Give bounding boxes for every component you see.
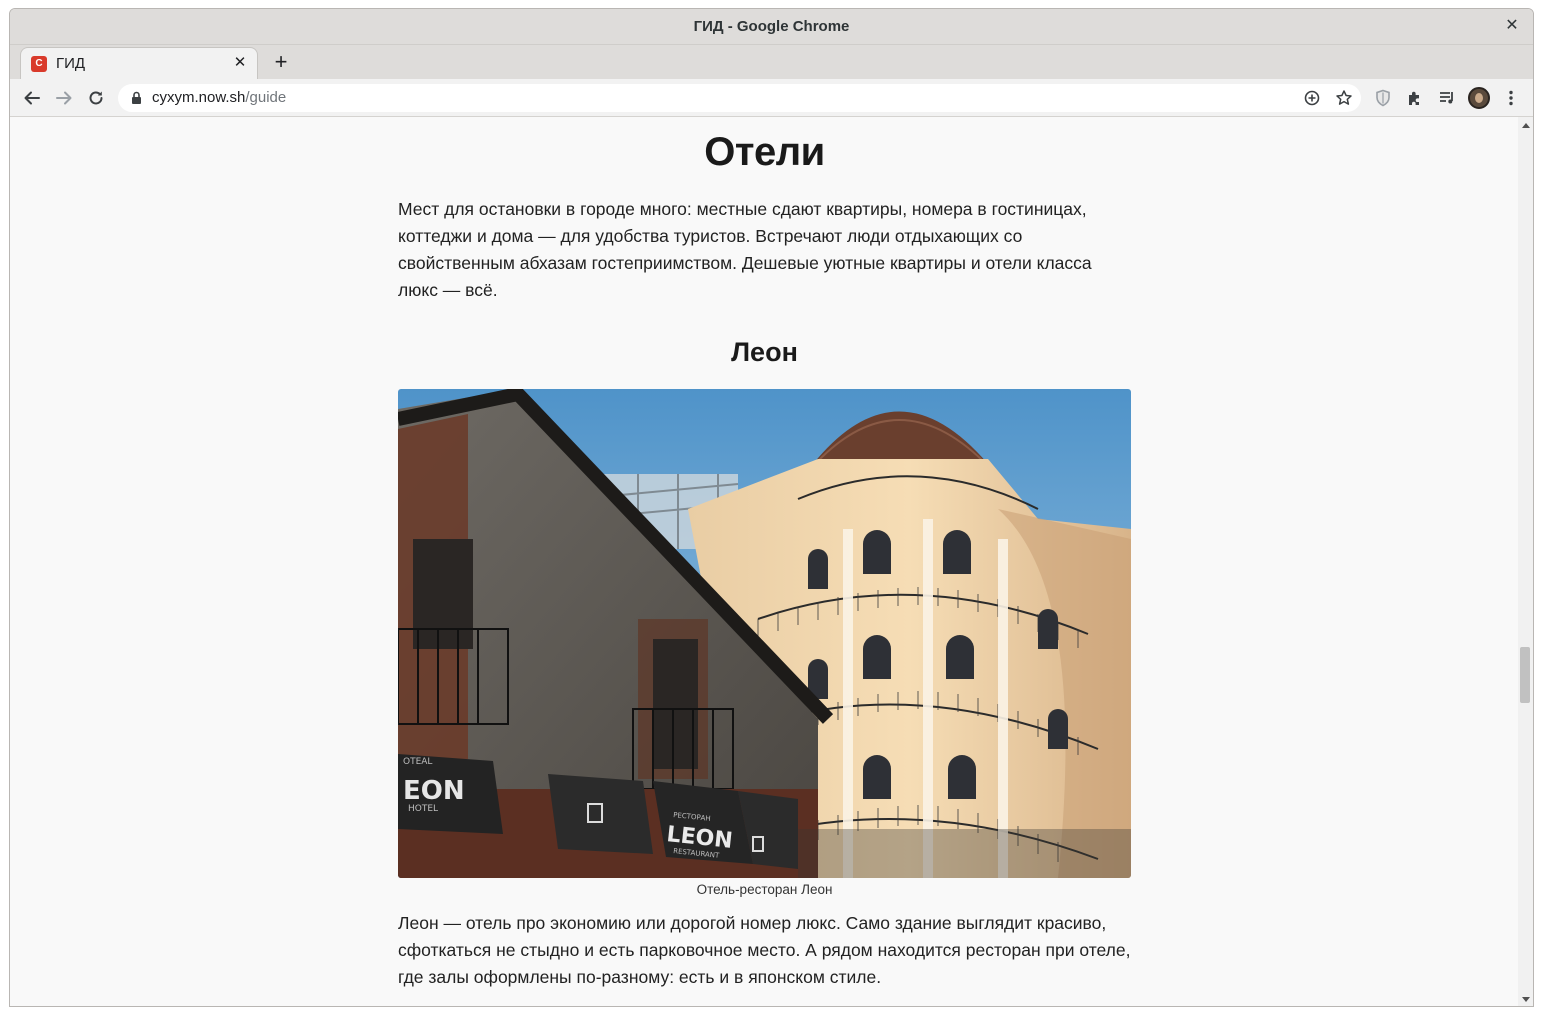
photo-caption: Отель-ресторан Леон <box>696 882 833 897</box>
browser-window: ГИД - Google Chrome ✕ С ГИД ✕ + cyxym.no… <box>9 8 1534 1007</box>
favicon-icon: С <box>31 55 47 72</box>
hotel-description: Леон — отель про экономию или дорогой но… <box>398 913 1131 987</box>
awning-left-bottom-text: HOTEL <box>408 804 438 814</box>
media-icon <box>1440 92 1453 104</box>
scrollbar-thumb[interactable] <box>1520 647 1530 703</box>
chrome-menu-button[interactable] <box>1499 86 1523 110</box>
awning-left-text: EON <box>403 776 465 806</box>
add-icon[interactable] <box>1303 89 1321 107</box>
page-viewport[interactable]: Отели Мест для остановки в городе много:… <box>10 117 1519 1006</box>
avatar <box>1468 87 1490 109</box>
scroll-up-icon[interactable] <box>1522 123 1530 128</box>
back-button[interactable] <box>20 86 44 110</box>
tab-guide[interactable]: С ГИД ✕ <box>20 47 258 79</box>
title-bar: ГИД - Google Chrome ✕ <box>10 9 1533 45</box>
extensions-icon <box>1409 91 1419 105</box>
url-path: /guide <box>245 89 287 106</box>
address-bar[interactable]: cyxym.now.sh/guide <box>118 84 1361 112</box>
intro-paragraph: Мест для остановки в городе много: местн… <box>398 199 1092 300</box>
tab-close-button[interactable]: ✕ <box>232 55 248 71</box>
tab-title: ГИД <box>56 55 86 72</box>
forward-icon <box>56 91 72 105</box>
hotel-heading: Леон <box>731 337 798 367</box>
media-control-button[interactable] <box>1435 86 1459 110</box>
awning-left-top-text: OTEAL <box>403 757 432 767</box>
toolbar: cyxym.now.sh/guide <box>10 79 1533 117</box>
window-close-button[interactable]: ✕ <box>1503 17 1521 35</box>
scroll-down-icon[interactable] <box>1522 997 1530 1002</box>
reload-icon <box>89 91 103 105</box>
menu-icon <box>1509 90 1513 106</box>
new-tab-button[interactable]: + <box>270 51 292 74</box>
url-text: cyxym.now.sh/guide <box>152 89 286 106</box>
shield-extension-button[interactable] <box>1371 86 1395 110</box>
hotel-photo-art: EON OTEAL HOTEL LEON РЕСТОРАН RESTAURANT <box>398 389 1131 878</box>
forward-button[interactable] <box>52 86 76 110</box>
star-icon[interactable] <box>1335 89 1353 107</box>
page-title: Отели <box>704 130 825 174</box>
extensions-button[interactable] <box>1403 86 1427 110</box>
profile-button[interactable] <box>1467 86 1491 110</box>
window-title: ГИД - Google Chrome <box>693 18 850 35</box>
back-icon <box>24 91 40 105</box>
tab-strip: С ГИД ✕ + <box>10 45 1533 79</box>
hotel-photo: EON OTEAL HOTEL LEON РЕСТОРАН RESTAURANT <box>398 389 1131 878</box>
lock-icon <box>132 91 141 104</box>
reload-button[interactable] <box>84 86 108 110</box>
shield-icon <box>1376 89 1390 107</box>
url-host: cyxym.now.sh <box>152 89 246 106</box>
page-scrollbar[interactable] <box>1518 117 1533 1006</box>
